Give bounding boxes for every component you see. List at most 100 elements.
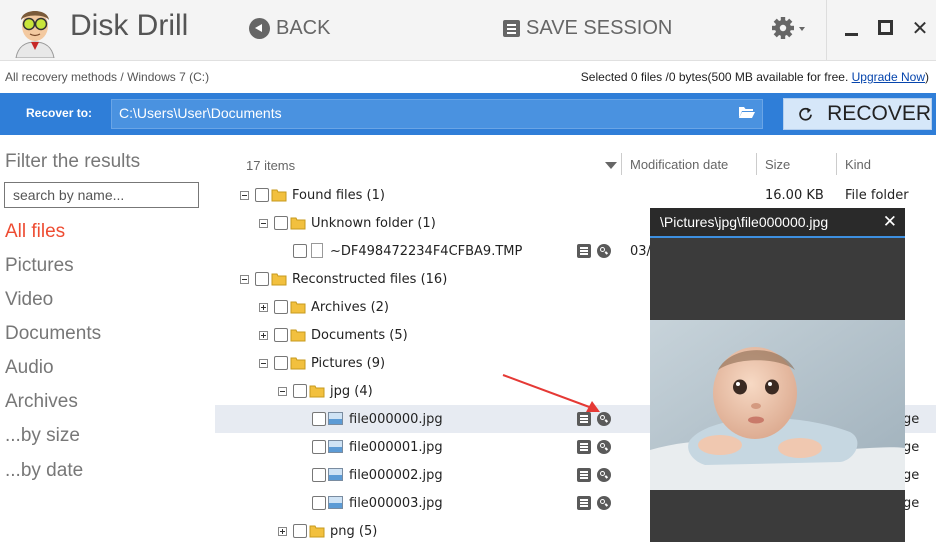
breadcrumb-drive[interactable]: Windows 7 (C:) (127, 70, 209, 84)
row-checkbox[interactable] (312, 440, 326, 454)
recover-refresh-icon (799, 107, 812, 121)
row-checkbox[interactable] (312, 496, 326, 510)
category-documents[interactable]: Documents (5, 323, 101, 345)
sort-dropdown-icon[interactable] (605, 162, 617, 169)
folder-icon (309, 525, 325, 538)
category-by-date[interactable]: ...by date (5, 460, 83, 482)
row-name: file000001.jpg (349, 440, 443, 455)
preview-header: \Pictures\jpg\file000000.jpg ✕ (650, 208, 905, 238)
save-session-label: SAVE SESSION (526, 16, 673, 39)
row-count: (4) (354, 384, 373, 399)
row-checkbox[interactable] (274, 216, 288, 230)
app-logo-icon (15, 11, 55, 58)
recover-to-label: Recover to: (26, 106, 93, 120)
toolbar-divider (826, 0, 827, 60)
row-checkbox[interactable] (274, 300, 288, 314)
preview-magnifier-icon[interactable] (597, 440, 611, 454)
back-label: BACK (276, 16, 331, 39)
row-checkbox[interactable] (312, 468, 326, 482)
filter-sidebar: Filter the results All files Pictures Vi… (0, 135, 215, 542)
collapse-icon[interactable] (240, 191, 249, 200)
file-details-icon[interactable] (577, 468, 591, 482)
image-file-icon (328, 440, 343, 453)
category-audio[interactable]: Audio (5, 357, 54, 379)
column-size[interactable]: Size (756, 153, 836, 175)
app-title: Disk Drill (70, 9, 189, 42)
category-archives[interactable]: Archives (5, 391, 78, 413)
row-name: Pictures (311, 356, 363, 371)
browse-folder-icon[interactable] (738, 105, 756, 119)
minimize-button[interactable] (840, 16, 864, 40)
collapse-icon[interactable] (278, 387, 287, 396)
preview-image (650, 320, 905, 490)
folder-icon (290, 301, 306, 314)
close-icon[interactable]: ✕ (883, 212, 897, 232)
file-details-icon[interactable] (577, 440, 591, 454)
row-kind: ge (903, 496, 920, 511)
row-checkbox[interactable] (293, 384, 307, 398)
row-checkbox[interactable] (274, 328, 288, 342)
category-pictures[interactable]: Pictures (5, 255, 74, 277)
save-session-button[interactable]: SAVE SESSION (503, 15, 672, 41)
selection-text: Selected 0 files /0 bytes(500 MB availab… (580, 70, 849, 84)
row-count: (5) (389, 328, 408, 343)
category-video[interactable]: Video (5, 289, 53, 311)
category-all-files[interactable]: All files (5, 221, 65, 243)
row-count: (9) (366, 356, 386, 371)
row-count: (1) (366, 188, 385, 203)
title-bar: Disk Drill BACK SAVE SESSION ✕ (0, 0, 936, 60)
search-input[interactable] (4, 182, 199, 208)
breadcrumb-separator: / (117, 70, 128, 84)
row-checkbox[interactable] (274, 356, 288, 370)
row-name: jpg (330, 384, 351, 399)
column-kind[interactable]: Kind (836, 153, 936, 175)
preview-panel: \Pictures\jpg\file000000.jpg ✕ (650, 208, 905, 542)
image-file-icon (328, 468, 343, 481)
preview-magnifier-icon[interactable] (597, 244, 611, 258)
expand-icon[interactable] (259, 331, 268, 340)
image-file-icon (328, 412, 343, 425)
row-checkbox[interactable] (255, 272, 269, 286)
status-bar: All recovery methods / Windows 7 (C:) Se… (0, 60, 936, 93)
row-count: (1) (417, 216, 436, 231)
preview-magnifier-icon[interactable] (597, 496, 611, 510)
tree-row-found-files[interactable]: Found files (1) 16.00 KB File folder (215, 181, 936, 209)
row-name: Reconstructed files (292, 272, 417, 287)
preview-title: \Pictures\jpg\file000000.jpg (660, 214, 829, 230)
gear-icon[interactable] (770, 13, 810, 43)
row-checkbox[interactable] (293, 524, 307, 538)
back-button[interactable]: BACK (249, 15, 330, 41)
row-name: file000003.jpg (349, 496, 443, 511)
recover-path-input[interactable]: C:\Users\User\Documents (111, 99, 763, 129)
row-name: Unknown folder (311, 216, 414, 231)
collapse-icon[interactable] (259, 219, 268, 228)
row-checkbox[interactable] (312, 412, 326, 426)
expand-icon[interactable] (259, 303, 268, 312)
selection-info: Selected 0 files /0 bytes(500 MB availab… (581, 70, 929, 84)
preview-magnifier-icon[interactable] (597, 468, 611, 482)
file-details-icon[interactable] (577, 496, 591, 510)
file-list-header: 17 items Modification date Size Kind (215, 135, 936, 179)
collapse-icon[interactable] (240, 275, 249, 284)
upgrade-now-link[interactable]: Upgrade Now (852, 70, 925, 84)
row-name: Found files (292, 188, 363, 203)
row-count: (2) (370, 300, 389, 315)
row-date: 03/ (630, 244, 651, 259)
row-checkbox[interactable] (255, 188, 269, 202)
folder-icon (309, 385, 325, 398)
disk-drill-window: Disk Drill BACK SAVE SESSION ✕ All recov… (0, 0, 936, 542)
recover-button[interactable]: RECOVER (783, 98, 932, 130)
file-details-icon[interactable] (577, 244, 591, 258)
maximize-button[interactable] (874, 16, 898, 40)
close-window-button[interactable]: ✕ (908, 16, 932, 40)
row-count: (16) (420, 272, 448, 287)
breadcrumb-recovery-methods[interactable]: All recovery methods (5, 70, 117, 84)
expand-icon[interactable] (278, 527, 287, 536)
row-checkbox[interactable] (293, 244, 307, 258)
category-by-size[interactable]: ...by size (5, 425, 80, 447)
row-kind: ge (903, 440, 920, 455)
column-modification-date[interactable]: Modification date (621, 153, 759, 175)
recover-bar: Recover to: C:\Users\User\Documents RECO… (0, 93, 936, 135)
collapse-icon[interactable] (259, 359, 268, 368)
row-size: 16.00 KB (765, 188, 824, 203)
